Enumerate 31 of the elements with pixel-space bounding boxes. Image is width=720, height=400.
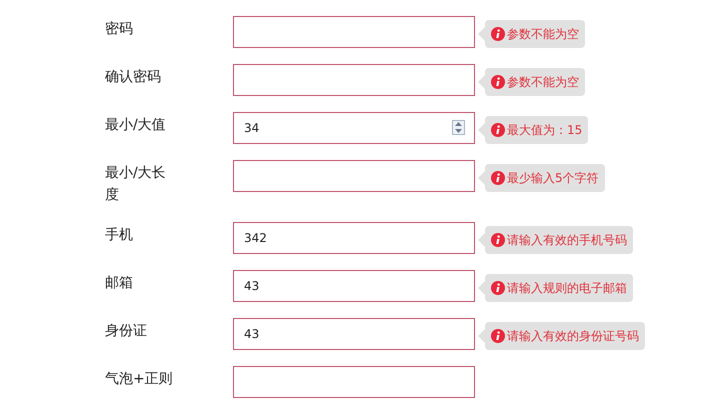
field-label: 手机 [105, 226, 134, 245]
field-label: 气泡+正则 [105, 370, 174, 389]
info-icon [491, 281, 505, 295]
error-message: 请输入有效的身份证号码 [507, 328, 639, 345]
number-field[interactable]: 34 [233, 112, 475, 144]
error-message: 请输入规则的电子邮箱 [507, 280, 627, 297]
input-field[interactable] [233, 16, 475, 48]
input-field[interactable] [233, 64, 475, 96]
error-message: 请输入有效的手机号码 [507, 232, 627, 249]
info-icon [491, 329, 505, 343]
spinner-icon[interactable] [452, 120, 465, 135]
info-icon [491, 27, 505, 41]
info-icon [491, 171, 505, 185]
field-label: 密码 [105, 20, 134, 39]
field-label: 最小/大长度 [105, 164, 167, 205]
error-message: 最大值为：15 [507, 122, 582, 139]
field-label: 最小/大值 [105, 116, 167, 135]
error-message: 参数不能为空 [507, 26, 579, 43]
error-message: 最少输入5个字符 [507, 170, 599, 187]
info-icon [491, 123, 505, 137]
info-icon [491, 233, 505, 247]
input-field[interactable] [233, 366, 475, 398]
input-field[interactable] [233, 160, 475, 192]
error-message: 参数不能为空 [507, 74, 579, 91]
input-field[interactable]: 43 [233, 318, 475, 350]
field-label: 确认密码 [105, 68, 162, 87]
input-field[interactable]: 43 [233, 270, 475, 302]
info-icon [491, 75, 505, 89]
input-field[interactable]: 342 [233, 222, 475, 254]
field-label: 邮箱 [105, 274, 134, 293]
field-label: 身份证 [105, 322, 148, 341]
